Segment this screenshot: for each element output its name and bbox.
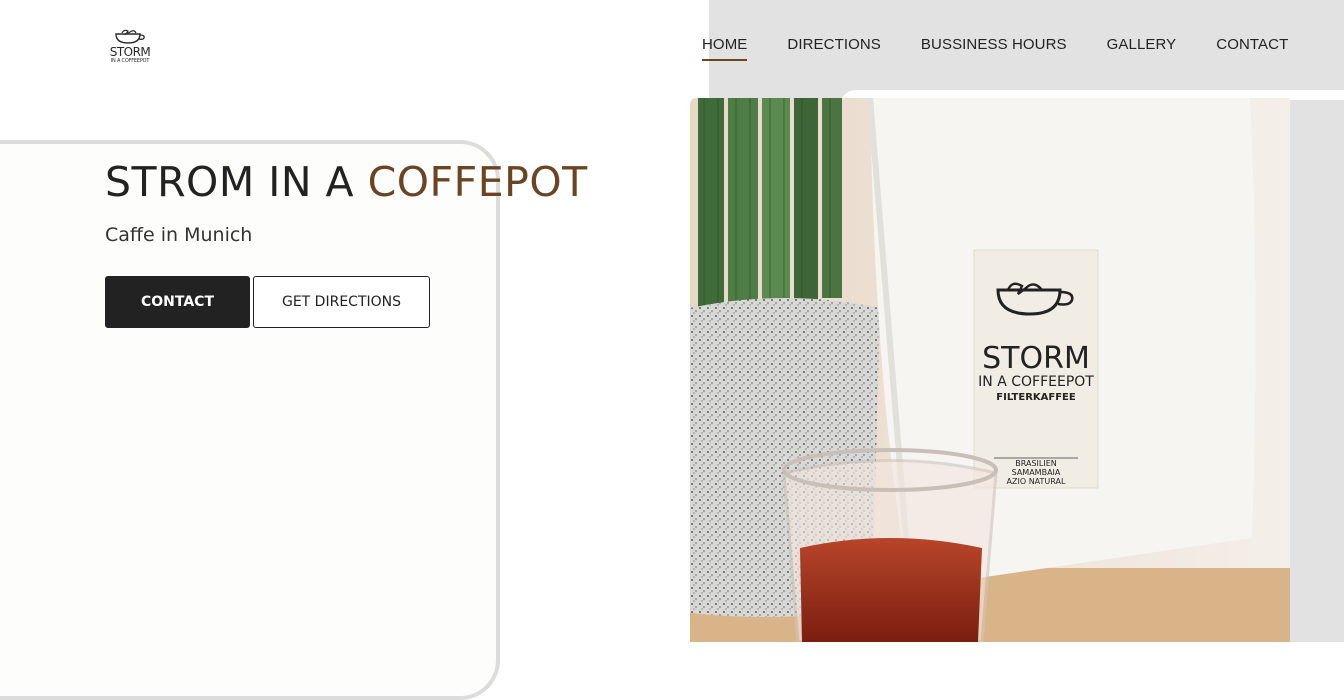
hero-title-main: STROM IN A: [105, 158, 368, 206]
nav-directions[interactable]: DIRECTIONS: [787, 34, 881, 61]
nav-gallery[interactable]: GALLERY: [1107, 34, 1177, 61]
nav-contact[interactable]: CONTACT: [1216, 34, 1288, 61]
get-directions-button[interactable]: GET DIRECTIONS: [253, 276, 430, 328]
coffee-bag-photo-illustration: STORM IN A COFFEEPOT FILTERKAFFEE BRASIL…: [690, 98, 1290, 642]
nav-business-hours[interactable]: BUSSINESS HOURS: [921, 34, 1067, 61]
main-nav: HOME DIRECTIONS BUSSINESS HOURS GALLERY …: [702, 34, 1328, 61]
tea-glass: [782, 448, 998, 642]
bag-label-line2: IN A COFFEEPOT: [978, 374, 1094, 390]
hero-subtitle: Caffe in Munich: [105, 224, 253, 246]
logo-tagline: IN A COFFEEPOT: [110, 58, 150, 64]
hero-title: STROM IN A COFFEPOT: [105, 158, 588, 206]
contact-button[interactable]: CONTACT: [105, 276, 250, 328]
bag-label-line1: STORM: [982, 341, 1090, 376]
bag-label-line3: FILTERKAFFEE: [996, 392, 1076, 403]
hero-title-accent: COFFEPOT: [367, 158, 588, 206]
logo-wordmark: STORM: [109, 45, 151, 59]
bag-label-line6: AZIO NATURAL: [1007, 477, 1066, 486]
bag-label-line5: SAMAMBAIA: [1012, 468, 1061, 477]
hero-photo: STORM IN A COFFEEPOT FILTERKAFFEE BRASIL…: [690, 98, 1290, 642]
nav-home[interactable]: HOME: [702, 34, 748, 61]
bag-label: STORM IN A COFFEEPOT FILTERKAFFEE BRASIL…: [973, 249, 1099, 489]
coffee-cup-icon: [115, 29, 145, 44]
right-grey-strip: [1290, 100, 1344, 642]
bag-label-line4: BRASILIEN: [1015, 459, 1057, 468]
site-logo[interactable]: STORM IN A COFFEEPOT: [108, 28, 152, 78]
